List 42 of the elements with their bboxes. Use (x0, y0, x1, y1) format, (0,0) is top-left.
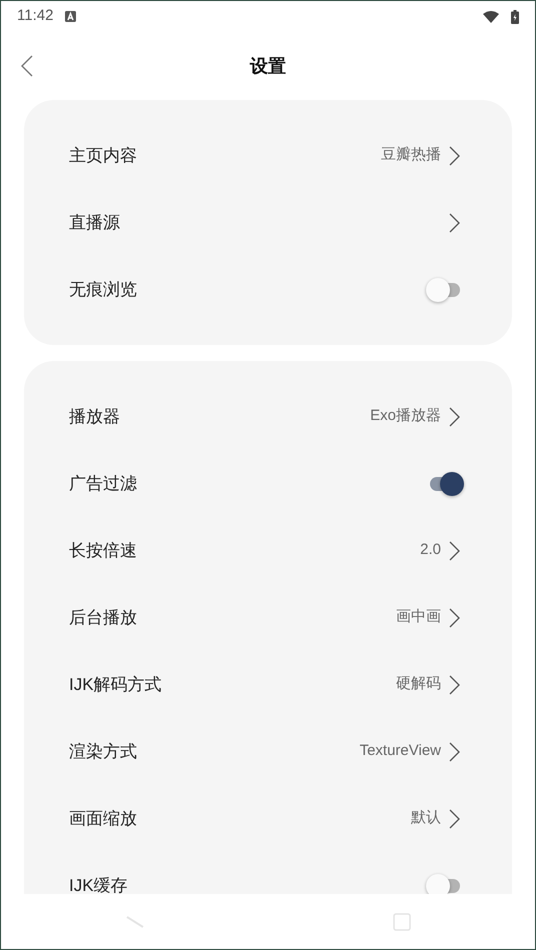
page-title: 设置 (250, 54, 286, 78)
chevron-right-icon (449, 674, 460, 694)
chevron-right-icon (449, 406, 460, 426)
nav-home-icon[interactable] (393, 912, 411, 930)
setting-value: 默认 (411, 808, 441, 828)
setting-label: 画面缩放 (69, 808, 138, 830)
setting-row[interactable]: 播放器 Exo播放器 (24, 383, 512, 450)
setting-label: 广告过滤 (69, 472, 138, 495)
setting-label: 播放器 (69, 406, 121, 428)
chevron-right-icon (449, 540, 460, 560)
setting-row[interactable]: IJK解码方式 硬解码 (24, 651, 512, 718)
chevron-right-icon (449, 808, 460, 828)
setting-value: 2.0 (420, 540, 441, 560)
back-icon (21, 55, 33, 77)
nav-back-icon[interactable] (125, 914, 145, 928)
setting-value: 豆瓣热播 (381, 145, 441, 166)
setting-value: TextureView (360, 741, 441, 762)
setting-row[interactable]: 画面缩放 默认 (24, 785, 512, 852)
status-time: 11:42 (17, 6, 54, 26)
notification-icon (65, 11, 76, 22)
setting-row[interactable]: 直播源 (24, 189, 512, 256)
setting-label: 直播源 (69, 212, 121, 234)
setting-label: 后台播放 (69, 606, 138, 629)
battery-icon (511, 10, 519, 24)
chevron-right-icon (449, 608, 460, 628)
setting-row[interactable]: 长按倍速 2.0 (24, 517, 512, 584)
setting-label: 长按倍速 (69, 540, 138, 562)
setting-row[interactable]: 主页内容 豆瓣热播 (24, 122, 512, 189)
wifi-icon (483, 10, 499, 22)
setting-row[interactable]: 渲染方式 TextureView (24, 718, 512, 785)
setting-label: IJK解码方式 (69, 674, 163, 696)
setting-value: Exo播放器 (370, 406, 441, 426)
setting-label: 渲染方式 (69, 740, 138, 763)
setting-label: 无痕浏览 (69, 278, 138, 301)
setting-label: IJK缓存 (69, 874, 129, 894)
setting-value: 画中画 (396, 607, 441, 628)
setting-label: 主页内容 (69, 144, 138, 167)
chevron-right-icon (449, 212, 460, 232)
chevron-right-icon (449, 742, 460, 762)
setting-value: 硬解码 (396, 674, 441, 694)
chevron-right-icon (449, 146, 460, 166)
setting-row[interactable]: 后台播放 画中画 (24, 584, 512, 651)
